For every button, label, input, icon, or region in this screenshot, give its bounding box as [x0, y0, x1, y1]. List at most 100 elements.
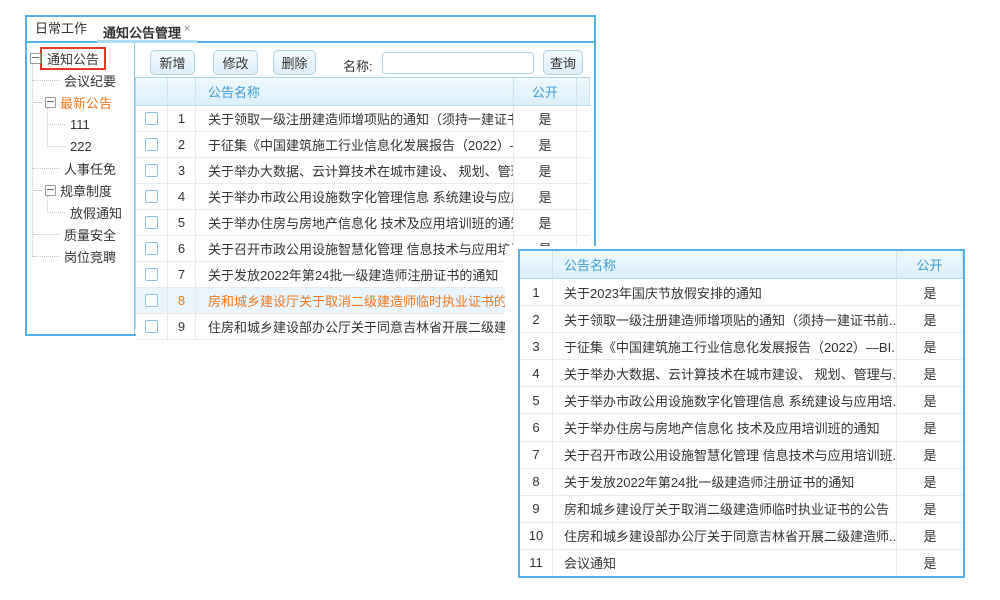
tree-collapse-icon[interactable]	[45, 185, 56, 196]
tree-connector-line	[47, 107, 48, 147]
tree-item[interactable]: 规章制度	[27, 179, 133, 201]
row-index: 6	[168, 236, 196, 261]
table-body: 1 关于2023年国庆节放假安排的通知 是 2 关于领取一级注册建造师增项贴的通…	[520, 279, 963, 576]
announcement-title[interactable]: 关于2023年国庆节放假安排的通知	[553, 279, 897, 305]
tree-item-label: 最新公告	[58, 92, 114, 113]
row-checkbox[interactable]	[145, 320, 158, 333]
announcement-title[interactable]: 会议通知	[553, 550, 897, 576]
announcement-title[interactable]: 于征集《中国建筑施工行业信息化发展报告（2022）—BI...	[196, 132, 514, 157]
checkbox-cell	[136, 184, 168, 209]
table-row[interactable]: 1 关于2023年国庆节放假安排的通知 是	[520, 279, 963, 306]
public-flag: 是	[897, 469, 963, 495]
announcement-title[interactable]: 关于举办市政公用设施数字化管理信息 系统建设与应用培...	[196, 184, 514, 209]
announcement-title[interactable]: 关于举办住房与房地产信息化 技术及应用培训班的通知	[553, 414, 897, 440]
tree-item[interactable]: 岗位竞聘	[27, 245, 133, 267]
table-row[interactable]: 1 关于领取一级注册建造师增项贴的通知（须持一建证书前... 是	[136, 106, 590, 132]
row-index: 9	[520, 496, 553, 522]
row-index: 7	[520, 442, 553, 468]
row-checkbox[interactable]	[145, 112, 158, 125]
announcement-title[interactable]: 关于举办市政公用设施数字化管理信息 系统建设与应用培...	[553, 387, 897, 413]
checkbox-cell	[136, 314, 168, 339]
public-flag: 是	[897, 306, 963, 332]
row-checkbox[interactable]	[145, 216, 158, 229]
public-flag: 是	[514, 158, 577, 183]
table-row[interactable]: 4 关于举办市政公用设施数字化管理信息 系统建设与应用培... 是	[136, 184, 590, 210]
table-row[interactable]: 2 关于领取一级注册建造师增项贴的通知（须持一建证书前... 是	[520, 306, 963, 333]
table-row[interactable]: 4 关于举办大数据、云计算技术在城市建设、 规划、管理与... 是	[520, 360, 963, 387]
tree-item[interactable]: 会议纪要	[27, 69, 133, 91]
column-header-name: 公告名称	[553, 251, 897, 278]
table-row[interactable]: 2 于征集《中国建筑施工行业信息化发展报告（2022）—BI... 是	[136, 132, 590, 158]
public-flag: 是	[897, 414, 963, 440]
edit-button[interactable]: 修改	[213, 50, 258, 75]
table-row[interactable]: 9 房和城乡建设厅关于取消二级建造师临时执业证书的公告 是	[520, 496, 963, 523]
row-checkbox[interactable]	[145, 138, 158, 151]
tab-bar: 日常工作 通知公告管理×	[27, 17, 594, 43]
table-header-row: 公告名称 公开	[520, 251, 963, 279]
table-row[interactable]: 11 会议通知 是	[520, 550, 963, 576]
name-filter-label: 名称:	[343, 56, 373, 75]
header-index-cell	[520, 251, 553, 278]
public-flag: 是	[514, 132, 577, 157]
filler-cell	[577, 158, 590, 183]
announcement-title[interactable]: 关于举办住房与房地产信息化 技术及应用培训班的通知	[196, 210, 514, 235]
column-header-name: 公告名称	[196, 78, 514, 105]
announcement-title[interactable]: 住房和城乡建设部办公厅关于同意吉林省开展二级建造师...	[553, 523, 897, 549]
tree-collapse-icon[interactable]	[45, 97, 56, 108]
table-row[interactable]: 5 关于举办住房与房地产信息化 技术及应用培训班的通知 是	[136, 210, 590, 236]
tree-item[interactable]: 放假通知	[27, 201, 133, 223]
search-button[interactable]: 查询	[543, 50, 583, 75]
announcement-title[interactable]: 关于召开市政公用设施智慧化管理 信息技术与应用培训班...	[553, 442, 897, 468]
column-header-public: 公开	[514, 78, 577, 105]
public-flag: 是	[897, 442, 963, 468]
table-row[interactable]: 6 关于举办住房与房地产信息化 技术及应用培训班的通知 是	[520, 414, 963, 441]
announcement-title[interactable]: 关于领取一级注册建造师增项贴的通知（须持一建证书前...	[553, 306, 897, 332]
tree-item[interactable]: 质量安全	[27, 223, 133, 245]
row-index: 6	[520, 414, 553, 440]
announcement-title[interactable]: 关于发放2022年第24批一级建造师注册证书的通知	[196, 262, 514, 287]
add-button[interactable]: 新增	[150, 50, 195, 75]
tree-item[interactable]: 通知公告	[27, 47, 133, 69]
announcement-title[interactable]: 房和城乡建设厅关于取消二级建造师临时执业证书的公告	[553, 496, 897, 522]
row-index: 5	[520, 387, 553, 413]
announcement-title[interactable]: 关于召开市政公用设施智慧化管理 信息技术与应用培训班...	[196, 236, 514, 261]
table-row[interactable]: 7 关于召开市政公用设施智慧化管理 信息技术与应用培训班... 是	[520, 442, 963, 469]
close-icon[interactable]: ×	[184, 23, 190, 35]
tree-item[interactable]: 最新公告	[27, 91, 133, 113]
checkbox-cell	[136, 132, 168, 157]
tree-item-label: 通知公告	[40, 47, 106, 70]
table-row[interactable]: 3 于征集《中国建筑施工行业信息化发展报告（2022）—BI... 是	[520, 333, 963, 360]
row-checkbox[interactable]	[145, 190, 158, 203]
public-flag: 是	[897, 279, 963, 305]
name-filter-input[interactable]	[382, 52, 534, 74]
announcement-title[interactable]: 关于举办大数据、云计算技术在城市建设、 规划、管理与...	[196, 158, 514, 183]
announcement-title[interactable]: 于征集《中国建筑施工行业信息化发展报告（2022）—BI...	[553, 333, 897, 359]
tree-item[interactable]: 111	[27, 113, 133, 135]
announcement-title[interactable]: 关于领取一级注册建造师增项贴的通知（须持一建证书前...	[196, 106, 514, 131]
tab-daily-work[interactable]: 日常工作	[35, 17, 87, 41]
tree-collapse-icon[interactable]	[30, 53, 41, 64]
table-row[interactable]: 10 住房和城乡建设部办公厅关于同意吉林省开展二级建造师... 是	[520, 523, 963, 550]
tree-item[interactable]: 人事任免	[27, 157, 133, 179]
table-row[interactable]: 5 关于举办市政公用设施数字化管理信息 系统建设与应用培... 是	[520, 387, 963, 414]
table-row[interactable]: 8 关于发放2022年第24批一级建造师注册证书的通知 是	[520, 469, 963, 496]
row-index: 3	[168, 158, 196, 183]
delete-button[interactable]: 删除	[273, 50, 316, 75]
category-sidebar: 通知公告 会议纪要 最新公告 111	[27, 43, 135, 334]
tab-notice-management[interactable]: 通知公告管理×	[103, 17, 190, 41]
row-index: 8	[520, 469, 553, 495]
table-row[interactable]: 3 关于举办大数据、云计算技术在城市建设、 规划、管理与... 是	[136, 158, 590, 184]
public-flag: 是	[897, 333, 963, 359]
row-checkbox[interactable]	[145, 242, 158, 255]
tree-item-label: 会议纪要	[62, 70, 118, 91]
row-checkbox[interactable]	[145, 164, 158, 177]
announcement-title[interactable]: 住房和城乡建设部办公厅关于同意吉林省开展二级建造师...	[196, 314, 514, 339]
announcement-title[interactable]: 关于发放2022年第24批一级建造师注册证书的通知	[553, 469, 897, 495]
tree-item[interactable]: 222	[27, 135, 133, 157]
announcement-title[interactable]: 房和城乡建设厅关于取消二级建造师临时执业证书的公告	[196, 288, 514, 313]
row-index: 4	[168, 184, 196, 209]
tree-item-label: 111	[68, 116, 92, 133]
row-checkbox[interactable]	[145, 294, 158, 307]
row-checkbox[interactable]	[145, 268, 158, 281]
announcement-title[interactable]: 关于举办大数据、云计算技术在城市建设、 规划、管理与...	[553, 360, 897, 386]
